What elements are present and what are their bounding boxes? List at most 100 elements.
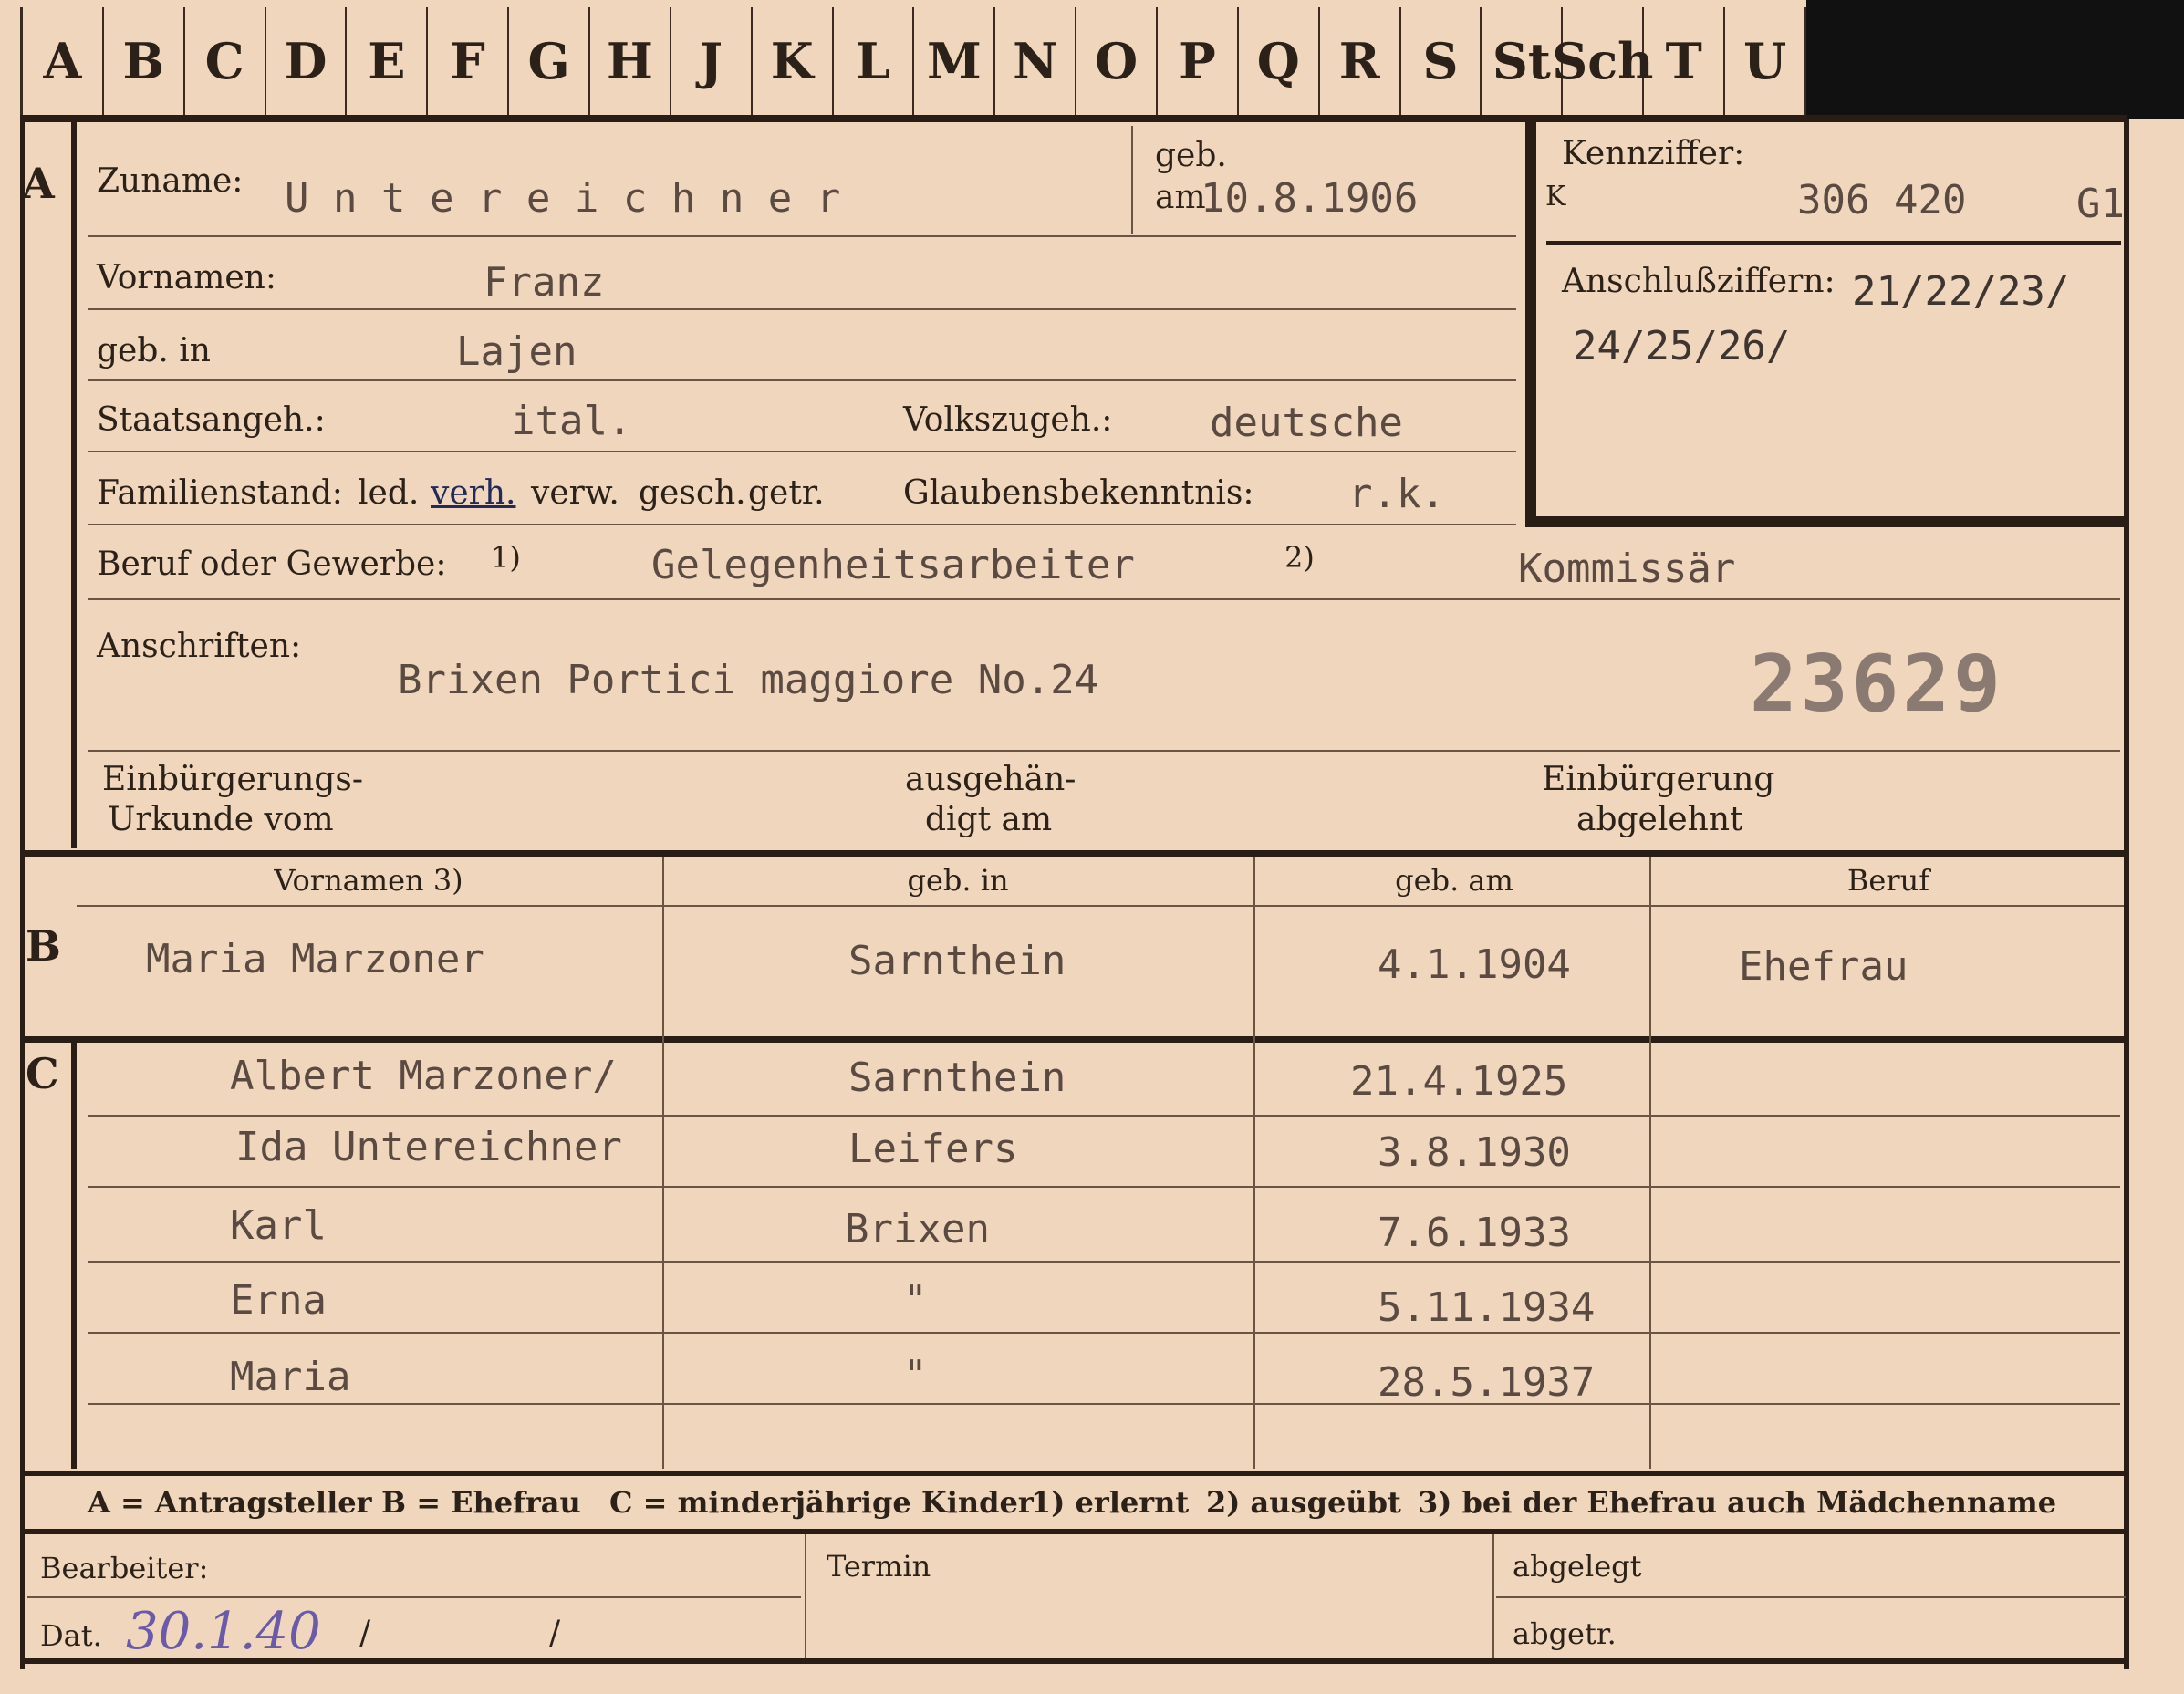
tab-letter[interactable]: D [266,7,348,115]
section-b-marker: B [26,921,61,971]
row-line [88,235,1516,237]
tab-letter[interactable]: J [671,7,753,115]
col-header-occupation: Beruf [1846,863,1930,898]
marital-option-married: verh. [431,474,516,512]
kennziffer-box-divider [1546,241,2121,245]
col-divider [662,857,664,1469]
section-c-marker: C [26,1049,59,1098]
citizenship-label: Staatsangeh.: [97,401,326,439]
section-a-divider [71,119,77,848]
termin-label: Termin [827,1549,931,1584]
col-divider [1253,857,1255,1469]
footnote-2-marker: 2) [1284,540,1315,575]
registration-card [0,0,2184,1694]
footer-line [27,1596,801,1598]
col-header-birthplace: geb. in [907,863,1009,898]
tab-letter[interactable]: U [1725,7,1807,115]
tab-letter[interactable]: L [834,7,915,115]
date-slash: / [549,1615,561,1652]
col-header-first-names: Vornamen 3) [274,863,463,898]
spouse-birthplace: Sarnthein [848,938,1066,984]
right-border [2124,119,2129,1669]
tab-letter[interactable]: P [1158,7,1239,115]
child-birthplace: Leifers [848,1126,1018,1172]
naturalization-label-2: Urkunde vom [108,801,334,838]
born-label-am: am [1155,179,1206,216]
legend-rule-top [20,1471,2129,1476]
child-birthplace: Brixen [845,1206,990,1252]
tab-letter[interactable]: K [753,7,834,115]
legend-footnote-2: 2) ausgeübt [1206,1485,1401,1520]
ethnicity-label: Volkszugeh.: [903,401,1113,439]
child-name: Maria [230,1354,351,1400]
processor-label: Bearbeiter: [40,1551,209,1585]
tab-letter[interactable]: S [1401,7,1482,115]
tab-letter[interactable]: N [995,7,1077,115]
row-line [88,750,2120,752]
tab-letter[interactable]: Sch [1552,7,1653,115]
child-birthdate: 5.11.1934 [1378,1284,1596,1331]
row-line [88,524,1516,525]
born-label-top: geb. [1155,137,1227,174]
handwritten-date: 30.1.40 [126,1602,321,1661]
kennziffer-suffix: G1 [2076,181,2125,227]
refused-label-1: Einbürgerung [1542,761,1775,798]
col-header-birthdate: geb. am [1395,863,1513,898]
occupation-learned: Gelegenheitsarbeiter [651,542,1135,588]
tab-letter[interactable]: A [20,7,104,115]
birthplace-value: Lajen [456,328,577,375]
tab-letter[interactable]: R [1320,7,1401,115]
legend-c: C = minderjährige Kinder [609,1485,1034,1520]
section-c-rule [20,1036,2129,1043]
born-date: 10.8.1906 [1201,175,1419,222]
citizenship-value: ital. [511,398,632,444]
legend-footnote-3: 3) bei der Ehefrau auch Mädchenname [1418,1485,2057,1520]
tab-letter[interactable]: St [1482,7,1564,115]
tab-letter[interactable]: H [590,7,671,115]
stamp-number: 23629 [1750,639,2004,730]
section-a-marker: A [22,159,55,208]
row-line [88,598,2120,600]
child-name: Ida Untereichner [235,1124,622,1170]
legend-a: A = Antragsteller [88,1485,372,1520]
tab-letter[interactable]: Q [1239,7,1320,115]
alphabet-tab-strip: A B C D E F G H J K L M N O P Q R S St S… [20,7,1807,117]
first-names-value: Franz [484,259,605,306]
date-slash: / [359,1615,371,1652]
kennziffer-label: Kennziffer: [1562,135,1745,172]
child-birthdate: 7.6.1933 [1378,1210,1571,1256]
kennziffer-box-left [1525,119,1536,527]
spouse-birthdate: 4.1.1904 [1378,941,1571,988]
tab-letter[interactable]: G [509,7,591,115]
tab-letter[interactable]: B [104,7,185,115]
marital-option-single: led. [358,474,420,512]
anschluss-line2: 24/25/26/ [1573,323,1791,369]
bottom-rule [20,1658,2129,1664]
surname-divider [1131,126,1133,234]
religion-label: Glaubensbekenntnis: [903,474,1254,512]
legend-footnote-1: 1) erlernt [1031,1485,1190,1520]
footer-divider [1492,1534,1494,1658]
row-line [88,451,1516,452]
tab-letter[interactable]: O [1076,7,1159,115]
tab-letter[interactable]: C [185,7,266,115]
child-birthplace: Sarnthein [848,1055,1066,1101]
footer-divider [805,1534,806,1658]
tab-letter[interactable]: T [1644,7,1726,115]
birthplace-label: geb. in [97,332,211,369]
section-c-divider [71,1036,77,1469]
top-rule [20,115,2127,122]
tab-letter[interactable]: F [428,7,510,115]
footnote-1-marker: 1) [491,540,521,575]
tab-letter[interactable]: M [914,7,996,115]
row-line [88,1186,2120,1188]
header-line [77,905,2124,907]
background-corner [1806,0,2184,119]
surname-value: U n t e r e i c h n e r [285,175,841,222]
child-name: Karl [230,1202,327,1249]
address-label: Anschriften: [97,628,302,665]
tab-letter[interactable]: E [347,7,429,115]
marital-option-separated: getr. [748,474,825,512]
marital-option-widowed: verw. [531,474,619,512]
ethnicity-value: deutsche [1210,400,1403,446]
